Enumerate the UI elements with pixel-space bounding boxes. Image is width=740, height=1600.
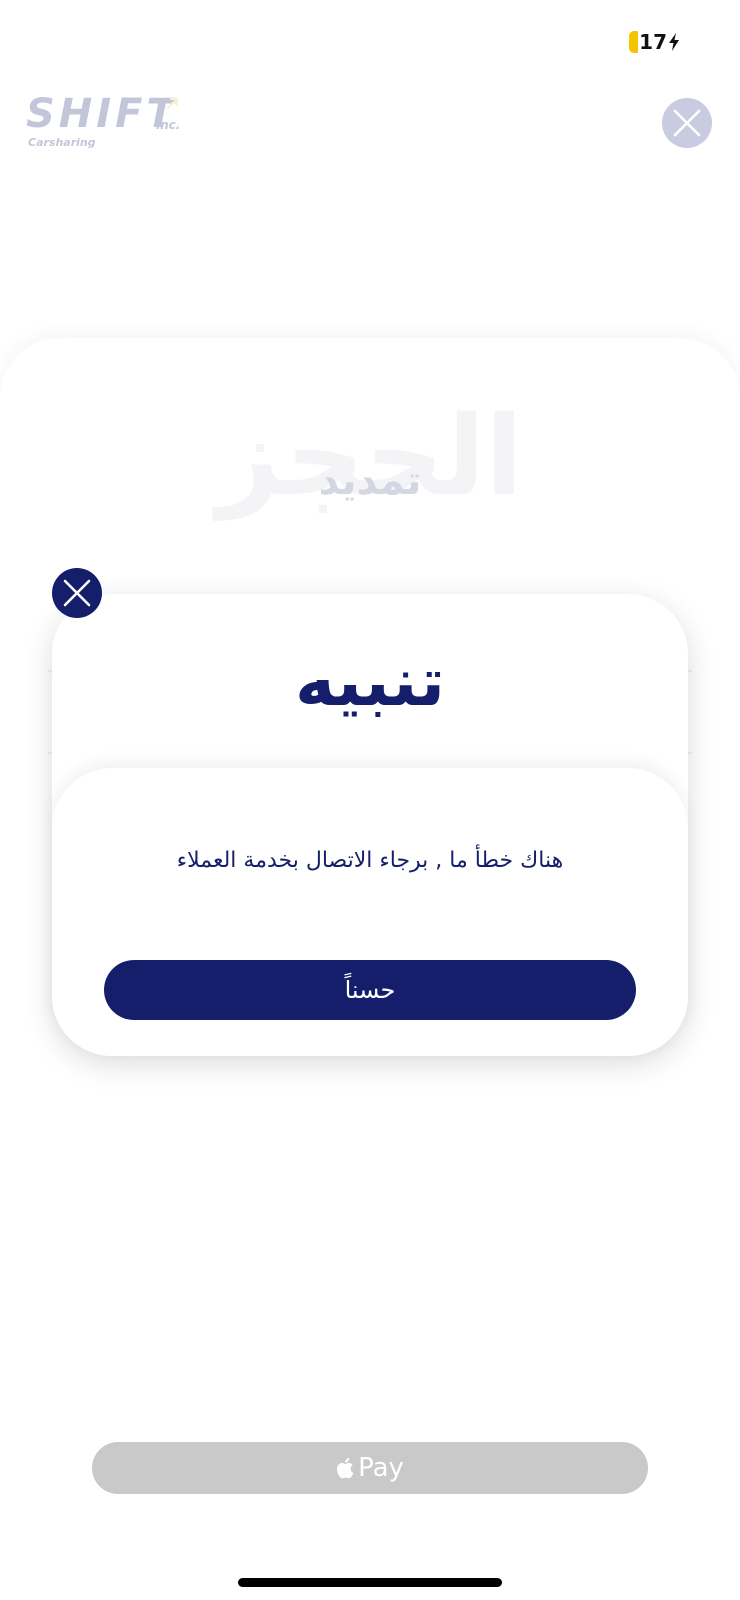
alert-title: تنبيه — [294, 643, 446, 722]
apple-icon — [337, 1458, 354, 1479]
close-icon — [673, 109, 701, 137]
apple-pay-button[interactable]: Pay — [92, 1442, 648, 1494]
logo-tagline: Carsharing — [28, 136, 96, 149]
logo-arrow-icon — [166, 98, 178, 110]
apple-pay-label: Pay — [358, 1453, 404, 1483]
alert-close-button[interactable] — [52, 568, 102, 618]
background-title: تمديد — [318, 458, 422, 504]
logo-suffix: inc. — [156, 118, 181, 132]
home-indicator — [238, 1578, 502, 1587]
logo-wordmark: SHIFT — [26, 91, 178, 137]
shift-logo: SHIFT inc. Carsharing — [26, 94, 186, 154]
top-close-button[interactable] — [662, 98, 712, 148]
alert-message: هناك خطأ ما , برجاء الاتصال بخدمة العملا… — [176, 848, 564, 873]
alert-dialog: تنبيه هناك خطأ ما , برجاء الاتصال بخدمة … — [52, 594, 688, 1056]
close-icon — [63, 579, 91, 607]
ok-button[interactable]: حسناً — [104, 960, 636, 1020]
alert-body: هناك خطأ ما , برجاء الاتصال بخدمة العملا… — [52, 768, 688, 1056]
